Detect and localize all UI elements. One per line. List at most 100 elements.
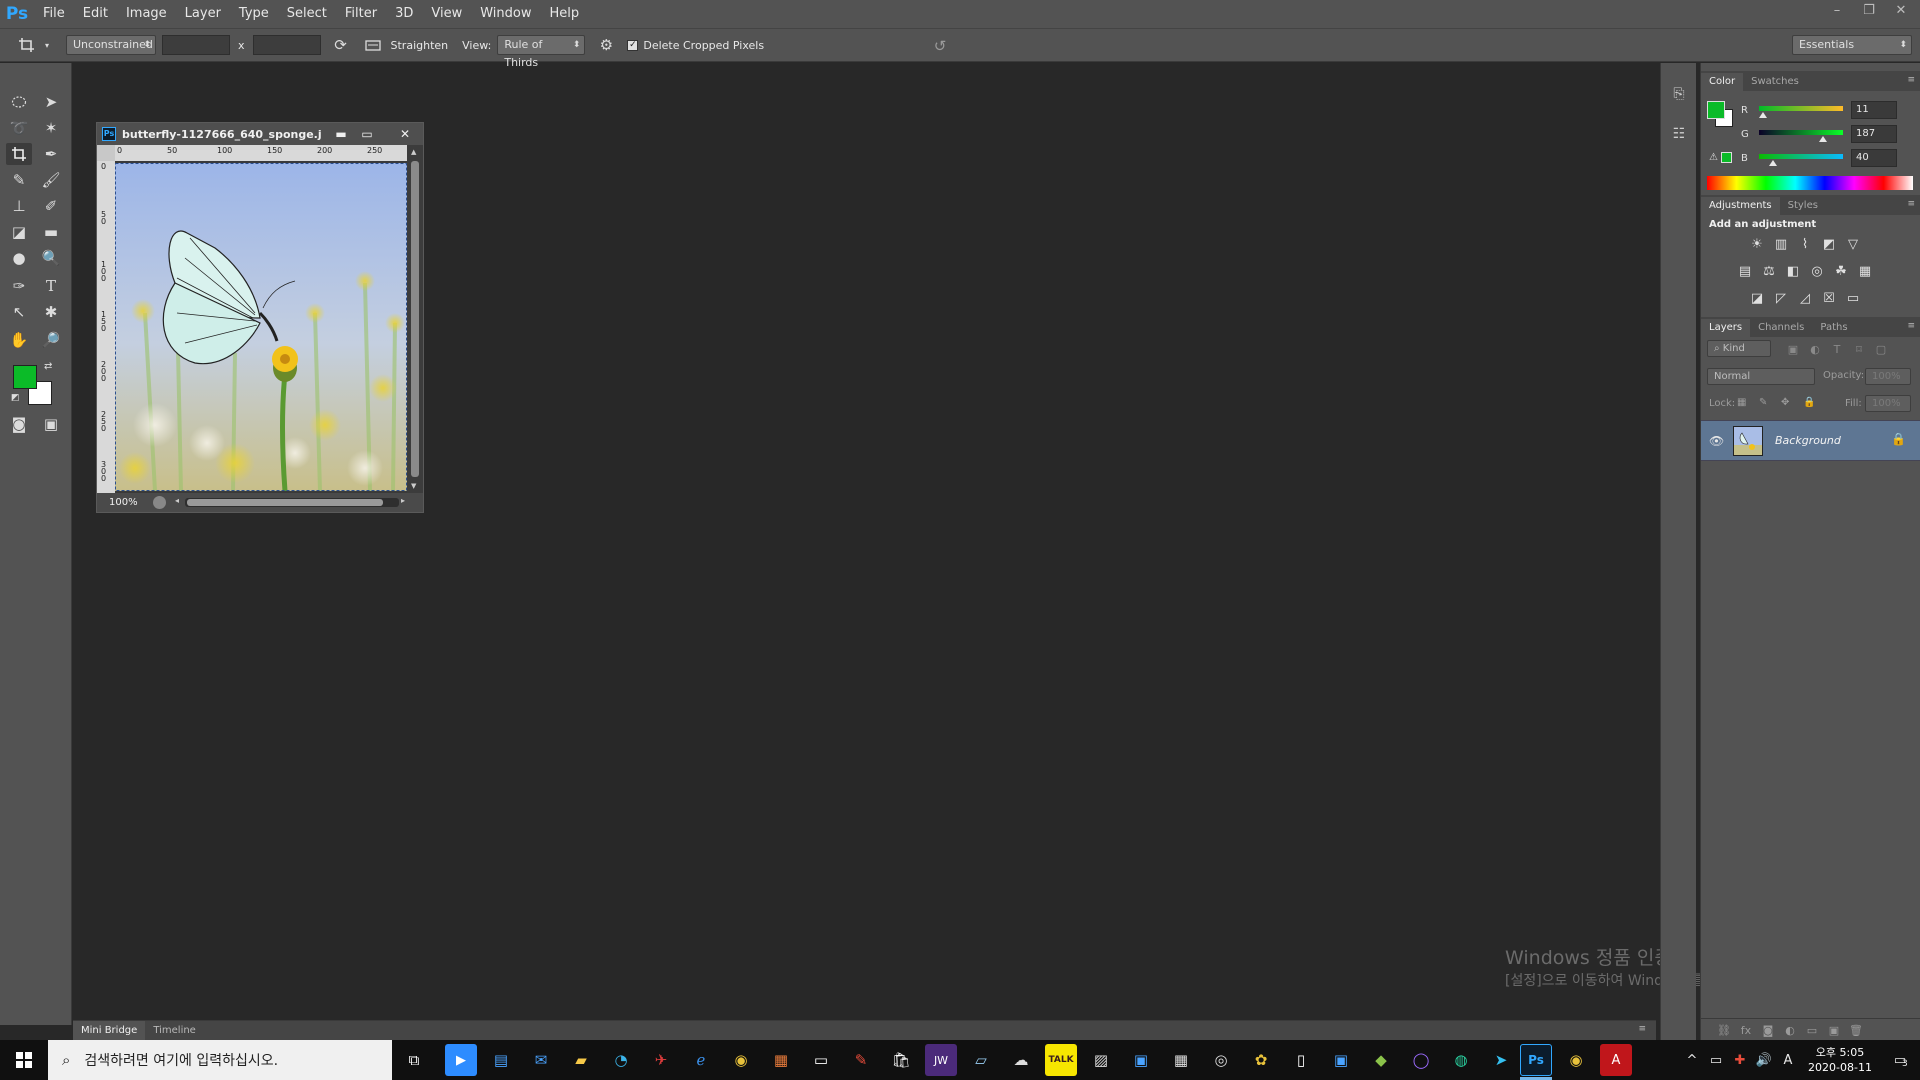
- chrome-icon[interactable]: ◉: [725, 1044, 757, 1076]
- ratio-dropdown[interactable]: Unconstrained: [66, 35, 156, 55]
- layer-style-fx-icon[interactable]: fx: [1737, 1022, 1755, 1038]
- layers-app-icon[interactable]: ◆: [1365, 1044, 1397, 1076]
- sticky-app-icon[interactable]: ▱: [965, 1044, 997, 1076]
- minimize-button[interactable]: –: [1830, 3, 1844, 18]
- internet-explorer-icon[interactable]: ℯ: [685, 1044, 717, 1076]
- preset-chevron-icon[interactable]: ▾: [42, 41, 52, 50]
- lock-paint-icon[interactable]: ✎: [1759, 397, 1767, 408]
- zoom-level[interactable]: 100%: [109, 497, 149, 508]
- tab-swatches[interactable]: Swatches: [1743, 73, 1807, 91]
- menu-layer[interactable]: Layer: [176, 0, 230, 28]
- filter-pixel-icon[interactable]: ▣: [1783, 339, 1803, 359]
- tray-overflow-icon[interactable]: ^: [1680, 1053, 1704, 1068]
- zoom-tool-icon[interactable]: 🔎: [38, 329, 64, 351]
- magic-wand-tool-icon[interactable]: ✶: [38, 117, 64, 139]
- volume-icon[interactable]: 🔊: [1752, 1053, 1776, 1068]
- menu-help[interactable]: Help: [541, 0, 589, 28]
- crop-tool-preset-icon[interactable]: [12, 37, 42, 53]
- tab-timeline[interactable]: Timeline: [145, 1021, 204, 1041]
- opacity-input[interactable]: 100%: [1865, 368, 1911, 385]
- doc-maximize-button[interactable]: ▭: [355, 123, 379, 145]
- tab-adjustments[interactable]: Adjustments: [1701, 197, 1780, 215]
- document-canvas[interactable]: [115, 163, 407, 491]
- view-overlay-dropdown[interactable]: Rule of Thirds: [497, 35, 586, 69]
- taskbar-search-box[interactable]: ⌕ 검색하려면 여기에 입력하십시오.: [48, 1040, 392, 1080]
- filter-adjustment-icon[interactable]: ◐: [1805, 339, 1825, 359]
- kakaotalk-icon[interactable]: TALK: [1045, 1044, 1077, 1076]
- fill-input[interactable]: 100%: [1865, 395, 1911, 412]
- color-panel-foreground-swatch[interactable]: [1707, 101, 1725, 119]
- tab-color[interactable]: Color: [1701, 73, 1744, 91]
- red-slider[interactable]: [1759, 106, 1843, 111]
- paint-app-icon[interactable]: ✎: [845, 1044, 877, 1076]
- black-white-icon[interactable]: ◧: [1783, 261, 1803, 281]
- curves-icon[interactable]: ⌇: [1795, 234, 1815, 254]
- delete-layer-icon[interactable]: 🗑: [1847, 1022, 1865, 1038]
- swap-colors-icon[interactable]: ⇄: [44, 361, 52, 372]
- shape-tool-icon[interactable]: ✱: [38, 301, 64, 323]
- exposure-icon[interactable]: ◩: [1819, 234, 1839, 254]
- file-explorer-icon[interactable]: ▰: [565, 1044, 597, 1076]
- filter-smart-object-icon[interactable]: ▢: [1871, 339, 1891, 359]
- screen-mode-icon[interactable]: ▣: [38, 413, 64, 435]
- visibility-eye-icon[interactable]: 👁: [1709, 434, 1724, 448]
- tab-paths[interactable]: Paths: [1812, 319, 1855, 337]
- globe-app-icon[interactable]: ◍: [1445, 1044, 1477, 1076]
- menu-window[interactable]: Window: [471, 0, 540, 28]
- edge-icon[interactable]: ◔: [605, 1044, 637, 1076]
- blur-tool-icon[interactable]: ●: [6, 247, 32, 269]
- delete-cropped-checkbox[interactable]: ✓: [627, 39, 639, 51]
- layer-row[interactable]: 👁 Background 🔒: [1701, 420, 1920, 461]
- window-app-icon[interactable]: ▣: [1325, 1044, 1357, 1076]
- add-mask-icon[interactable]: ◙: [1759, 1022, 1777, 1038]
- red-value-input[interactable]: 11: [1851, 101, 1897, 119]
- app-icon[interactable]: ✈: [645, 1044, 677, 1076]
- network-icon[interactable]: ▭: [1704, 1053, 1728, 1068]
- hue-saturation-icon[interactable]: ▤: [1735, 261, 1755, 281]
- horizontal-scroll-thumb[interactable]: [187, 499, 383, 506]
- document-icon[interactable]: ▯: [1285, 1044, 1317, 1076]
- new-adjustment-layer-icon[interactable]: ◐: [1781, 1022, 1799, 1038]
- menu-filter[interactable]: Filter: [336, 0, 386, 28]
- vibrance-icon[interactable]: ▽: [1843, 234, 1863, 254]
- remote-app-icon[interactable]: ▣: [1125, 1044, 1157, 1076]
- vertical-scroll-thumb[interactable]: [411, 161, 419, 477]
- default-colors-icon[interactable]: ◩: [11, 393, 20, 403]
- photo-filter-icon[interactable]: ◎: [1807, 261, 1827, 281]
- clock[interactable]: 오후 5:05 2020-08-11: [1800, 1045, 1880, 1075]
- document-titlebar[interactable]: Ps butterfly-1127666_640_sponge.jpg ... …: [97, 123, 423, 145]
- layer-filter-kind-dropdown[interactable]: ⌕ Kind: [1707, 340, 1771, 357]
- brush-tool-icon[interactable]: 🖌: [38, 169, 64, 191]
- scroll-down-icon[interactable]: ▼: [411, 482, 416, 490]
- paper-plane-icon[interactable]: ➤: [1485, 1044, 1517, 1076]
- gamut-warning-icon[interactable]: ⚠: [1709, 152, 1718, 163]
- gradient-tool-icon[interactable]: ▬: [38, 221, 64, 243]
- pen-tool-icon[interactable]: ✑: [6, 275, 32, 297]
- menu-view[interactable]: View: [422, 0, 471, 28]
- invert-icon[interactable]: ◪: [1747, 288, 1767, 308]
- menu-edit[interactable]: Edit: [74, 0, 117, 28]
- status-info-icon[interactable]: [153, 496, 166, 509]
- layers-panel-menu-icon[interactable]: ≡: [1907, 321, 1915, 331]
- gear-icon[interactable]: ⚙: [593, 36, 619, 54]
- menu-select[interactable]: Select: [278, 0, 336, 28]
- layer-name[interactable]: Background: [1775, 434, 1841, 447]
- mail-icon[interactable]: ✉: [525, 1044, 557, 1076]
- horizontal-ruler[interactable]: 0 50 100 150 200 250: [115, 145, 407, 161]
- gamut-color-swatch[interactable]: [1721, 152, 1732, 163]
- straighten-button[interactable]: Straighten: [391, 39, 449, 52]
- tab-channels[interactable]: Channels: [1750, 319, 1812, 337]
- cloud-app-icon[interactable]: ☁: [1005, 1044, 1037, 1076]
- green-slider-thumb[interactable]: [1819, 136, 1827, 142]
- hand-tool-icon[interactable]: ✋: [6, 329, 32, 351]
- history-brush-tool-icon[interactable]: ✐: [38, 195, 64, 217]
- lasso-tool-icon[interactable]: ➰: [6, 117, 32, 139]
- levels-icon[interactable]: ▥: [1771, 234, 1791, 254]
- zoom-app-icon[interactable]: ▶: [445, 1044, 477, 1076]
- media-app-icon[interactable]: ▨: [1085, 1044, 1117, 1076]
- task-view-icon[interactable]: ⧉: [398, 1044, 430, 1076]
- file-app-icon[interactable]: ▤: [485, 1044, 517, 1076]
- filter-shape-icon[interactable]: ⌑: [1849, 339, 1869, 359]
- restore-button[interactable]: ❐: [1862, 3, 1876, 18]
- red-slider-thumb[interactable]: [1759, 112, 1767, 118]
